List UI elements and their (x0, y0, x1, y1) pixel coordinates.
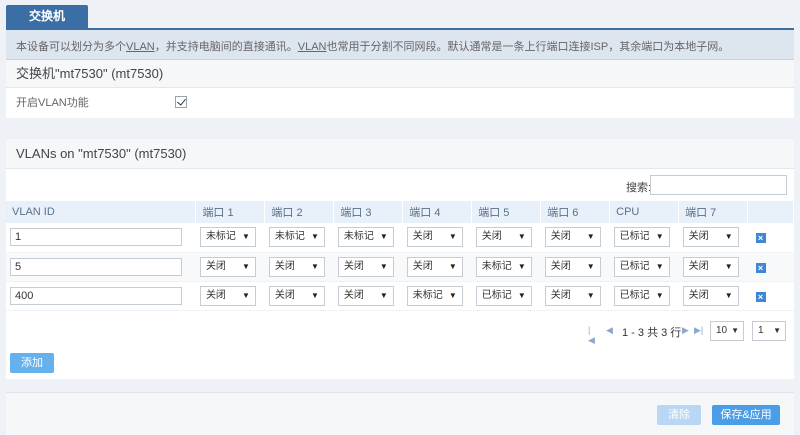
dropdown-arrow-icon: ▼ (655, 261, 664, 271)
page-size-select[interactable]: 10 ▼ (710, 321, 744, 341)
port-5-select[interactable]: 关闭 ▼ (475, 227, 532, 248)
dropdown-arrow-icon: ▼ (379, 290, 388, 300)
col-port-4: 端口 4 (402, 201, 473, 223)
port-4-select[interactable]: 未标记 ▼ (406, 285, 463, 306)
tab-bar: 交换机 (0, 0, 800, 28)
enable-vlan-row: 开启VLAN功能 (6, 88, 794, 118)
enable-vlan-checkbox[interactable] (175, 96, 187, 108)
col-port-6: 端口 6 (540, 201, 611, 223)
table-row: 5 关闭 ▼ 关闭 ▼ 关闭 ▼ 关闭 ▼ 未标记 ▼ 关闭 ▼ 已标记 ▼ 关闭 ▼ × (6, 252, 794, 282)
vlan-id-input[interactable]: 400 (10, 286, 182, 305)
dropdown-arrow-icon: ▼ (655, 232, 664, 242)
dropdown-arrow-icon: ▼ (724, 290, 733, 300)
clear-button[interactable]: 清除 (657, 405, 701, 425)
dropdown-arrow-icon: ▼ (448, 290, 457, 300)
dropdown-arrow-icon: ▼ (586, 290, 595, 300)
switch-panel: 交换机"mt7530" (mt7530) 开启VLAN功能 (6, 60, 794, 118)
port-6-select[interactable]: 关闭 ▼ (544, 227, 601, 248)
dropdown-arrow-icon: ▼ (773, 326, 781, 335)
port-2-select[interactable]: 关闭 ▼ (268, 285, 325, 306)
pagination-info: 1 - 3 共 3 行 (622, 327, 682, 339)
dropdown-arrow-icon: ▼ (310, 261, 319, 271)
delete-row-icon[interactable]: × (755, 291, 766, 302)
port-2-select[interactable]: 未标记 ▼ (268, 227, 325, 248)
col-port-7: 端口 7 (678, 201, 749, 223)
switch-title: 交换机"mt7530" (mt7530) (6, 60, 794, 88)
vlan-abbr: VLAN (126, 41, 155, 53)
port-3-select[interactable]: 关闭 ▼ (337, 256, 394, 277)
dropdown-arrow-icon: ▼ (517, 232, 526, 242)
dropdown-arrow-icon: ▼ (586, 232, 595, 242)
vlan-table: VLAN ID 端口 1 端口 2 端口 3 端口 4 端口 5 端口 6 CP… (6, 201, 794, 311)
dropdown-arrow-icon: ▼ (310, 290, 319, 300)
delete-row-icon[interactable]: × (755, 233, 766, 244)
delete-row-icon[interactable]: × (755, 262, 766, 273)
dropdown-arrow-icon: ▼ (242, 232, 250, 242)
dropdown-arrow-icon: ▼ (310, 232, 319, 242)
port-3-select[interactable]: 未标记 ▼ (337, 227, 394, 248)
port-7-select[interactable]: 关闭 ▼ (682, 285, 739, 306)
dropdown-arrow-icon: ▼ (655, 290, 664, 300)
dropdown-arrow-icon: ▼ (517, 290, 526, 300)
vlan-id-input[interactable]: 1 (10, 228, 182, 247)
search-input[interactable] (650, 175, 787, 195)
dropdown-arrow-icon: ▼ (724, 261, 733, 271)
cpu-select[interactable]: 已标记 ▼ (613, 256, 670, 277)
port-2-select[interactable]: 关闭 ▼ (268, 256, 325, 277)
port-1-select[interactable]: 未标记 ▼ (199, 227, 256, 248)
col-cpu: CPU (609, 201, 680, 223)
col-port-5: 端口 5 (471, 201, 542, 223)
vlan-abbr: VLAN (297, 41, 327, 53)
add-vlan-button[interactable]: 添加 (10, 353, 54, 373)
cpu-select[interactable]: 已标记 ▼ (613, 227, 670, 248)
dropdown-arrow-icon: ▼ (379, 261, 388, 271)
port-6-select[interactable]: 关闭 ▼ (544, 256, 601, 277)
dropdown-arrow-icon: ▼ (242, 290, 250, 300)
port-1-select[interactable]: 关闭 ▼ (199, 256, 256, 277)
dropdown-arrow-icon: ▼ (448, 261, 457, 271)
enable-vlan-label: 开启VLAN功能 (16, 97, 89, 109)
port-6-select[interactable]: 关闭 ▼ (544, 285, 601, 306)
table-header-row: VLAN ID 端口 1 端口 2 端口 3 端口 4 端口 5 端口 6 CP… (6, 201, 794, 223)
col-actions (747, 201, 794, 223)
col-port-2: 端口 2 (264, 201, 335, 223)
prev-page-icon[interactable]: ◀ (606, 325, 613, 336)
first-page-icon[interactable]: |◀ (588, 325, 595, 346)
footer-actions: 清除 保存&应用 (6, 392, 794, 435)
col-port-1: 端口 1 (195, 201, 266, 223)
table-row: 400 关闭 ▼ 关闭 ▼ 关闭 ▼ 未标记 ▼ 已标记 ▼ 关闭 ▼ 已标记 ▼ 关闭 ▼ × (6, 281, 794, 311)
port-3-select[interactable]: 关闭 ▼ (337, 285, 394, 306)
cpu-select[interactable]: 已标记 ▼ (613, 285, 670, 306)
page-select[interactable]: 1 ▼ (752, 321, 786, 341)
tab-switch[interactable]: 交换机 (6, 5, 88, 28)
port-4-select[interactable]: 关闭 ▼ (406, 256, 463, 277)
vlan-title: VLANs on "mt7530" (mt7530) (6, 139, 794, 169)
search-label: 搜索: (626, 182, 652, 194)
last-page-icon[interactable]: ▶| (694, 325, 703, 336)
port-7-select[interactable]: 关闭 ▼ (682, 256, 739, 277)
dropdown-arrow-icon: ▼ (242, 261, 250, 271)
dropdown-arrow-icon: ▼ (379, 232, 388, 242)
page-description: 本设备可以划分为多个VLAN，并支持电脑间的直接通讯。VLAN也常用于分割不同网… (6, 28, 794, 60)
vlan-id-input[interactable]: 5 (10, 257, 182, 276)
dropdown-arrow-icon: ▼ (517, 261, 526, 271)
port-5-select[interactable]: 已标记 ▼ (475, 285, 532, 306)
dropdown-arrow-icon: ▼ (586, 261, 595, 271)
dropdown-arrow-icon: ▼ (731, 326, 739, 335)
vlan-panel: VLANs on "mt7530" (mt7530) 搜索: VLAN ID 端… (6, 139, 794, 379)
port-4-select[interactable]: 关闭 ▼ (406, 227, 463, 248)
dropdown-arrow-icon: ▼ (448, 232, 457, 242)
next-page-icon[interactable]: ▶ (682, 325, 689, 336)
port-7-select[interactable]: 关闭 ▼ (682, 227, 739, 248)
port-1-select[interactable]: 关闭 ▼ (199, 285, 256, 306)
dropdown-arrow-icon: ▼ (724, 232, 733, 242)
port-5-select[interactable]: 未标记 ▼ (475, 256, 532, 277)
col-port-3: 端口 3 (333, 201, 404, 223)
table-row: 1 未标记 ▼ 未标记 ▼ 未标记 ▼ 关闭 ▼ 关闭 ▼ 关闭 ▼ 已标记 ▼ 关闭 ▼ × (6, 223, 794, 253)
save-apply-button[interactable]: 保存&应用 (712, 405, 780, 425)
col-vlan-id: VLAN ID (6, 201, 197, 223)
